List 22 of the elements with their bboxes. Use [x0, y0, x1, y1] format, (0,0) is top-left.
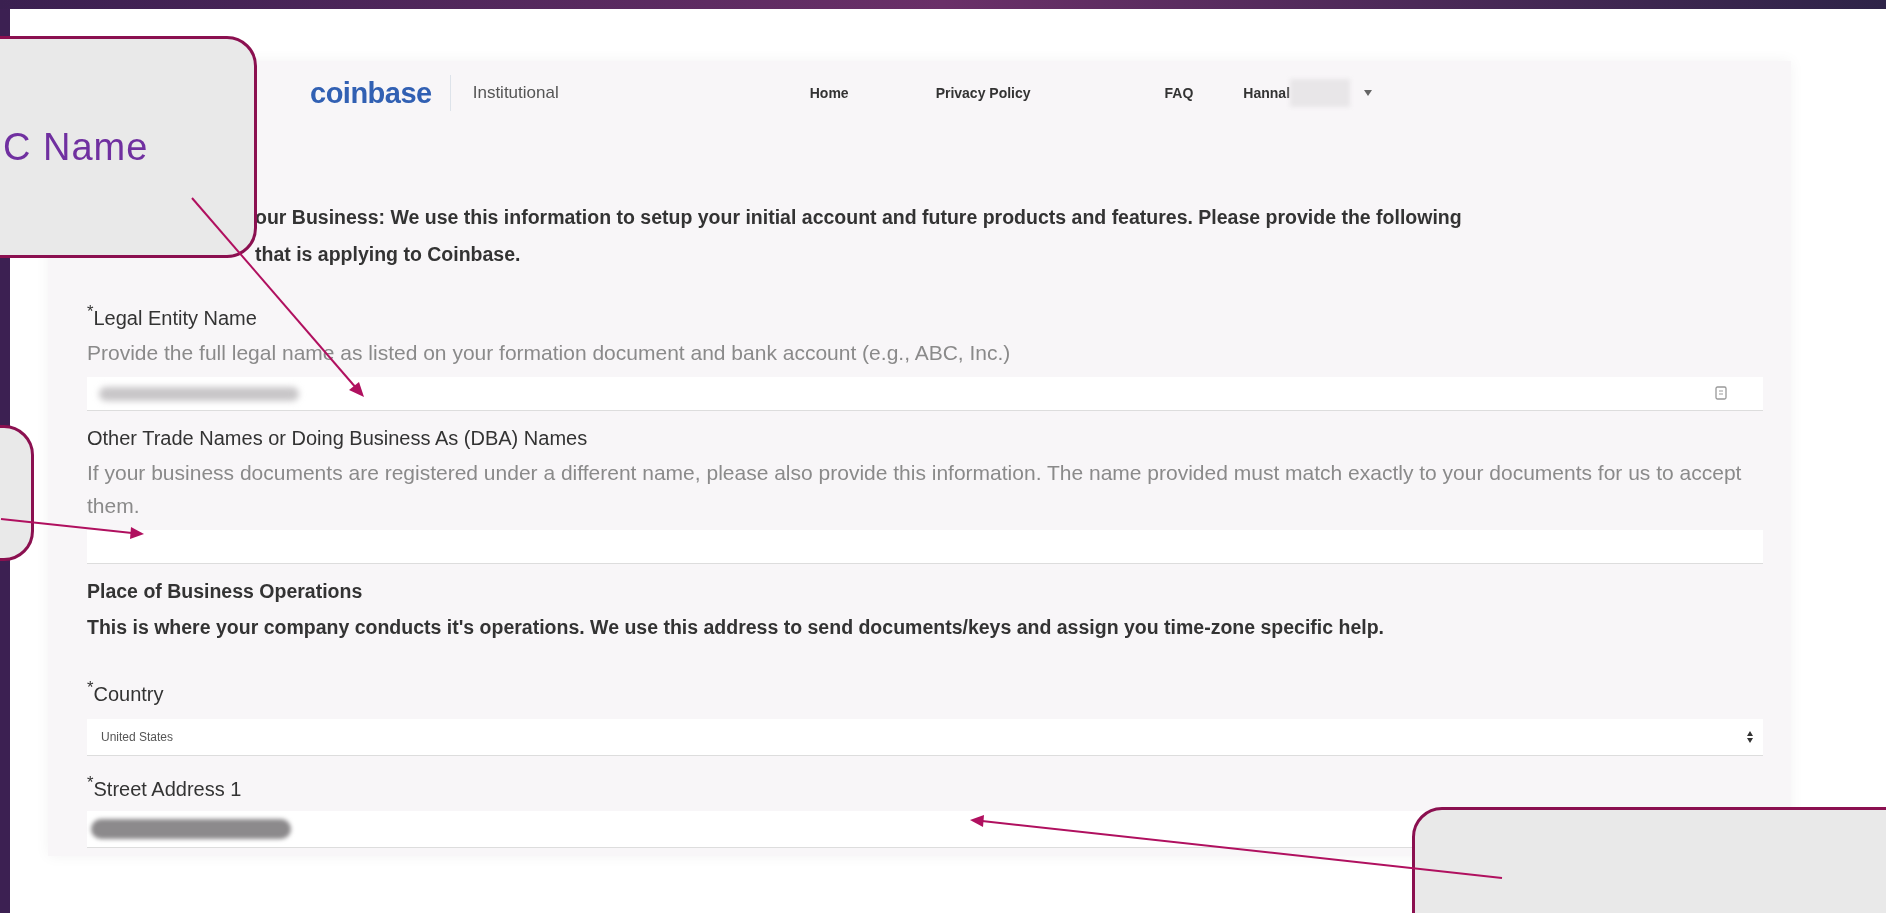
input-field[interactable] [87, 376, 1763, 411]
nav-link[interactable]: Home [809, 85, 849, 101]
nav-link[interactable]: FAQ [1164, 85, 1194, 101]
input-field[interactable] [87, 529, 1763, 564]
contact-card-icon[interactable] [1715, 386, 1727, 401]
user-name[interactable]: Hannal [1243, 85, 1291, 101]
logo[interactable]: coinbase [310, 76, 432, 110]
country-select[interactable]: United States [87, 719, 1763, 757]
product-name: Institutional [472, 83, 559, 103]
caret-icon[interactable] [1364, 90, 1373, 96]
field-label: $^{*}$Street Address 1 [87, 772, 243, 802]
field-hint: If your business documents are registered under a different name, please also provide this information. The name provided must match exactly to your documents for us to accept them. [87, 459, 1743, 519]
intro-text: our Business: We use this information to setup your initial account and future products and features. Please provide the following [255, 205, 1463, 230]
section-title: Place of Business Operations [87, 578, 364, 604]
nav-link[interactable]: Privacy Policy [935, 85, 1031, 101]
intro-text: that is applying to Coinbase. [255, 242, 522, 267]
section-text: This is where your company conducts it's operations. We use this address to send documents/keys and assign you time-zone specific help. [87, 614, 1386, 640]
field-label: $^{*}$Country [87, 676, 165, 707]
field-label: Other Trade Names or Doing Business As (DBA) Names [87, 425, 589, 451]
callout-text: C Name [3, 125, 149, 169]
field-label: $^{*}$Legal Entity Name [87, 301, 258, 331]
up-down-arrows-icon [1747, 731, 1753, 744]
